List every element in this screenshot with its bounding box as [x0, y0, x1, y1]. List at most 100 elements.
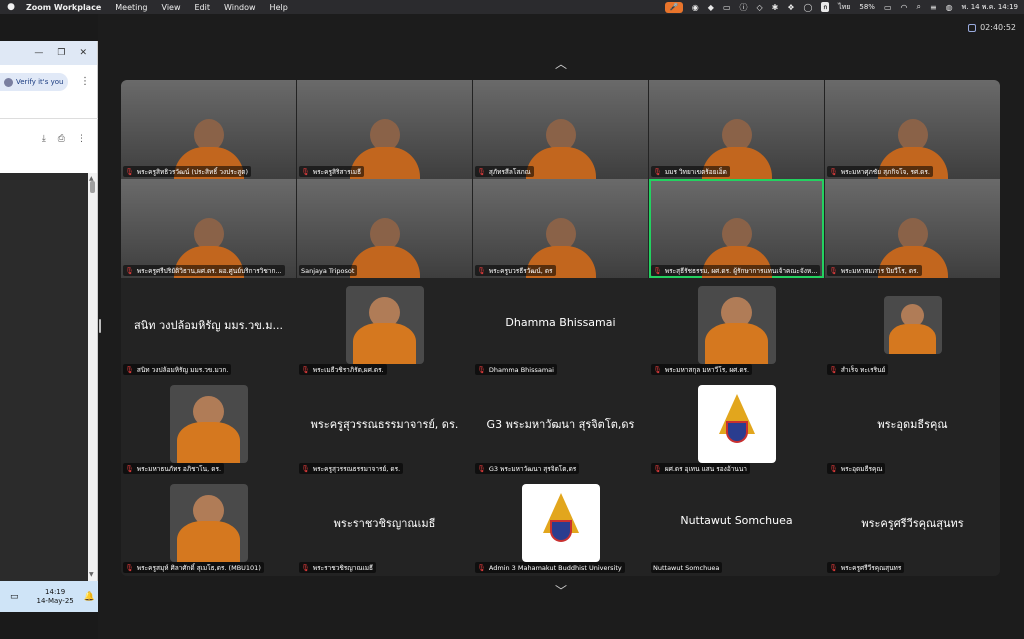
- participant-tile[interactable]: 🎙 พระสุธีรัชธรรม, ผศ.ดร. ผู้รักษาการแทนเจ…: [649, 179, 824, 278]
- participant-name-tag: 🎙 พระครูศรีวีรคุณสุนทร: [827, 562, 905, 573]
- participant-name: พระครูบวรธีรวัฒน์, ดร: [488, 266, 553, 275]
- menu-view[interactable]: View: [162, 3, 181, 12]
- participant-tile[interactable]: สนิท วงปล้อมหิรัญ มมร.วข.ม... 🎙 สนิท วงปล้…: [121, 278, 296, 377]
- zoom-status-icon[interactable]: ◉: [692, 3, 699, 12]
- apple-menu-icon[interactable]: ●: [6, 2, 16, 12]
- menubar-clock[interactable]: พ. 14 พ.ค. 14:19: [962, 2, 1018, 13]
- verify-account-chip[interactable]: Verify it's you: [0, 73, 68, 91]
- taskbar-clock[interactable]: 14:19 14-May-25: [37, 588, 74, 606]
- participant-tile[interactable]: Sanjaya Triposot: [297, 179, 472, 278]
- participant-name: พระครูสมุห์ ศิลาศักดิ์ สุเมโธ,ดร. (MBU10…: [136, 563, 261, 572]
- extension-icon[interactable]: ❖: [787, 3, 794, 12]
- more-options-icon[interactable]: ⋮: [77, 134, 86, 144]
- keyboard-layout-badge[interactable]: ก: [821, 2, 830, 12]
- participant-name-tag: 🎙 Admin 3 Mahamakut Buddhist University: [475, 562, 625, 573]
- participant-profile-photo: [169, 484, 248, 562]
- participant-tile[interactable]: Dhamma Bhissamai 🎙 Dhamma Bhissamai: [473, 278, 648, 377]
- siri-icon[interactable]: ◍: [946, 3, 953, 12]
- participant-display-name: G3 พระมหาวัฒนา สุรจิตโต,ดร: [486, 418, 635, 431]
- participant-name: พระมหาธนภัทร อภิชาโน, ดร.: [136, 464, 222, 473]
- window-resize-handle[interactable]: [99, 319, 101, 333]
- participant-tile[interactable]: 🎙 พระครูสิทธิวรวัฒน์ (ประสิทธิ์ วงประสูต): [121, 80, 296, 179]
- participant-tile[interactable]: 🎙 พระครูบวรธีรวัฒน์, ดร: [473, 179, 648, 278]
- menu-meeting[interactable]: Meeting: [115, 3, 147, 12]
- account-icon[interactable]: ◯: [804, 3, 813, 12]
- menu-window[interactable]: Window: [224, 3, 256, 12]
- print-icon[interactable]: ⎙: [58, 134, 65, 144]
- participant-tile[interactable]: พระครูศรีวีรคุณสุนทร 🎙 พระครูศรีวีรคุณสุนท…: [825, 476, 1000, 575]
- participant-name: สำเร็จ ทะเรรินย์: [840, 365, 886, 374]
- participant-tile[interactable]: 🎙 สำเร็จ ทะเรรินย์: [825, 278, 1000, 377]
- line-app-icon[interactable]: ◆: [708, 3, 714, 12]
- input-language-label[interactable]: ไทย: [838, 2, 850, 13]
- vertical-scrollbar[interactable]: [88, 173, 97, 585]
- participant-tile[interactable]: 🎙 พระเมธีวชิราภิรัต,ผศ.ดร.: [297, 278, 472, 377]
- menu-edit[interactable]: Edit: [195, 3, 211, 12]
- participant-name: พระครูศรีปริยัติวิธาน,ผศ.ดร. ผอ.ศูนย์บริ…: [136, 266, 282, 275]
- scroll-up-arrow-icon[interactable]: ▲: [89, 175, 94, 182]
- participant-tile[interactable]: G3 พระมหาวัฒนา สุรจิตโต,ดร 🎙 G3 พระมหาวัฒน…: [473, 377, 648, 476]
- participant-tile[interactable]: 🎙 มมร วิทยาเขตร้อยเอ็ด: [649, 80, 824, 179]
- info-icon[interactable]: ⓘ: [740, 2, 748, 13]
- restore-icon[interactable]: ❐: [57, 48, 65, 58]
- close-icon[interactable]: ✕: [79, 48, 87, 58]
- participant-tile[interactable]: 🎙 พระครูสมุห์ ศิลาศักดิ์ สุเมโธ,ดร. (MBU1…: [121, 476, 296, 575]
- participant-name: Admin 3 Mahamakut Buddhist University: [488, 563, 622, 572]
- participant-name: Dhamma Bhissamai: [488, 365, 554, 374]
- participant-name-tag: 🎙 พระมหาธนภัทร อภิชาโน, ดร.: [123, 463, 225, 474]
- control-center-icon[interactable]: ≡: [930, 3, 937, 12]
- participant-name: พระเมธีวชิราภิรัต,ผศ.ดร.: [312, 365, 384, 374]
- browser-menu-icon[interactable]: ⋮: [80, 76, 90, 87]
- participant-tile[interactable]: 🎙 พระครูศรีปริยัติวิธาน,ผศ.ดร. ผอ.ศูนย์บร…: [121, 179, 296, 278]
- participant-tile[interactable]: 🎙 พระมหาศุภชัย สุภกิจโจ, รศ.ดร.: [825, 80, 1000, 179]
- menu-app-name[interactable]: Zoom Workplace: [26, 3, 101, 12]
- participant-profile-photo: [169, 385, 248, 463]
- university-emblem-icon: [697, 385, 776, 463]
- participant-tile[interactable]: 🎙 ผศ.ดร อุเทน แสน รองอ้านนา: [649, 377, 824, 476]
- encryption-shield-icon[interactable]: [968, 23, 977, 32]
- participant-name-tag: 🎙 สุภัทรสีลโสภณ: [475, 166, 534, 177]
- participant-tile[interactable]: Nuttawut Somchuea Nuttawut Somchuea: [649, 476, 824, 575]
- participant-name-tag: 🎙 พระสุธีรัชธรรม, ผศ.ดร. ผู้รักษาการแทนเจ…: [651, 265, 821, 276]
- participant-tile[interactable]: 🎙 พระมหาสกุล มหาวีโร, ผศ.ดร.: [649, 278, 824, 377]
- participant-tile[interactable]: 🎙 พระครูสิริสารเมธี: [297, 80, 472, 179]
- participant-name: พระมหาศุภชัย สุภกิจโจ, รศ.ดร.: [840, 167, 930, 176]
- participant-display-name: พระราชวชิรญาณเมธี: [333, 517, 436, 530]
- scrollbar-thumb[interactable]: [90, 181, 95, 193]
- microphone-in-use-icon[interactable]: 🎤: [664, 1, 683, 13]
- scroll-down-arrow-icon[interactable]: ▼: [89, 571, 94, 578]
- participant-name-tag: 🎙 พระมหาศุภชัย สุภกิจโจ, รศ.ดร.: [827, 166, 933, 177]
- wifi-icon[interactable]: ◠: [901, 3, 908, 12]
- participant-name: พระมหาสมภาร ปิยวีโร, ดร.: [840, 266, 919, 275]
- vpn-icon[interactable]: ◇: [757, 3, 763, 12]
- participant-tile[interactable]: พระอุดมธีรคุณ 🎙 พระอุดมธีรคุณ: [825, 377, 1000, 476]
- windows-taskbar-partial: ▭ 14:19 14-May-25 🔔: [0, 581, 98, 612]
- participant-tile[interactable]: พระราชวชิรญาณเมธี 🎙 พระราชวชิรญาณเมธี: [297, 476, 472, 575]
- participant-video-feed: [349, 218, 420, 278]
- participant-tile[interactable]: 🎙 สุภัทรสีลโสภณ: [473, 80, 648, 179]
- notification-bell-icon[interactable]: 🔔: [84, 592, 95, 602]
- bluetooth-icon[interactable]: ✱: [772, 3, 779, 12]
- minimize-icon[interactable]: —: [34, 48, 43, 58]
- participant-tile[interactable]: 🎙 พระมหาธนภัทร อภิชาโน, ดร.: [121, 377, 296, 476]
- battery-icon[interactable]: ▭: [884, 3, 892, 12]
- search-icon[interactable]: ⌕: [916, 2, 920, 12]
- battery-tray-icon[interactable]: ▭: [10, 592, 19, 602]
- pdf-document-area[interactable]: [0, 173, 88, 585]
- download-icon[interactable]: ⤓: [42, 134, 46, 144]
- menu-help[interactable]: Help: [270, 3, 288, 12]
- muted-mic-icon: 🎙: [653, 365, 662, 374]
- participant-name-tag: 🎙 พระครูสิทธิวรวัฒน์ (ประสิทธิ์ วงประสูต): [123, 166, 251, 177]
- muted-mic-icon: 🎙: [829, 464, 838, 473]
- participant-name-tag: 🎙 สนิท วงปล้อมหิรัญ มมร.วข.มวก.: [123, 364, 232, 375]
- participant-tile[interactable]: พระครูสุวรรณธรรมาจารย์, ดร. 🎙 พระครูสุวรรณ…: [297, 377, 472, 476]
- participant-name: มมร วิทยาเขตร้อยเอ็ด: [664, 167, 727, 176]
- participant-name-tag: Sanjaya Triposot: [299, 265, 358, 276]
- screen-mirroring-icon[interactable]: ▭: [723, 3, 731, 12]
- participant-tile[interactable]: 🎙 Admin 3 Mahamakut Buddhist University: [473, 476, 648, 575]
- participant-tile[interactable]: 🎙 พระมหาสมภาร ปิยวีโร, ดร.: [825, 179, 1000, 278]
- chevron-down-icon[interactable]: ﹀: [550, 582, 572, 598]
- muted-mic-icon: 🎙: [653, 167, 662, 176]
- chevron-up-icon[interactable]: ︿: [550, 55, 572, 71]
- muted-mic-icon: 🎙: [125, 563, 134, 572]
